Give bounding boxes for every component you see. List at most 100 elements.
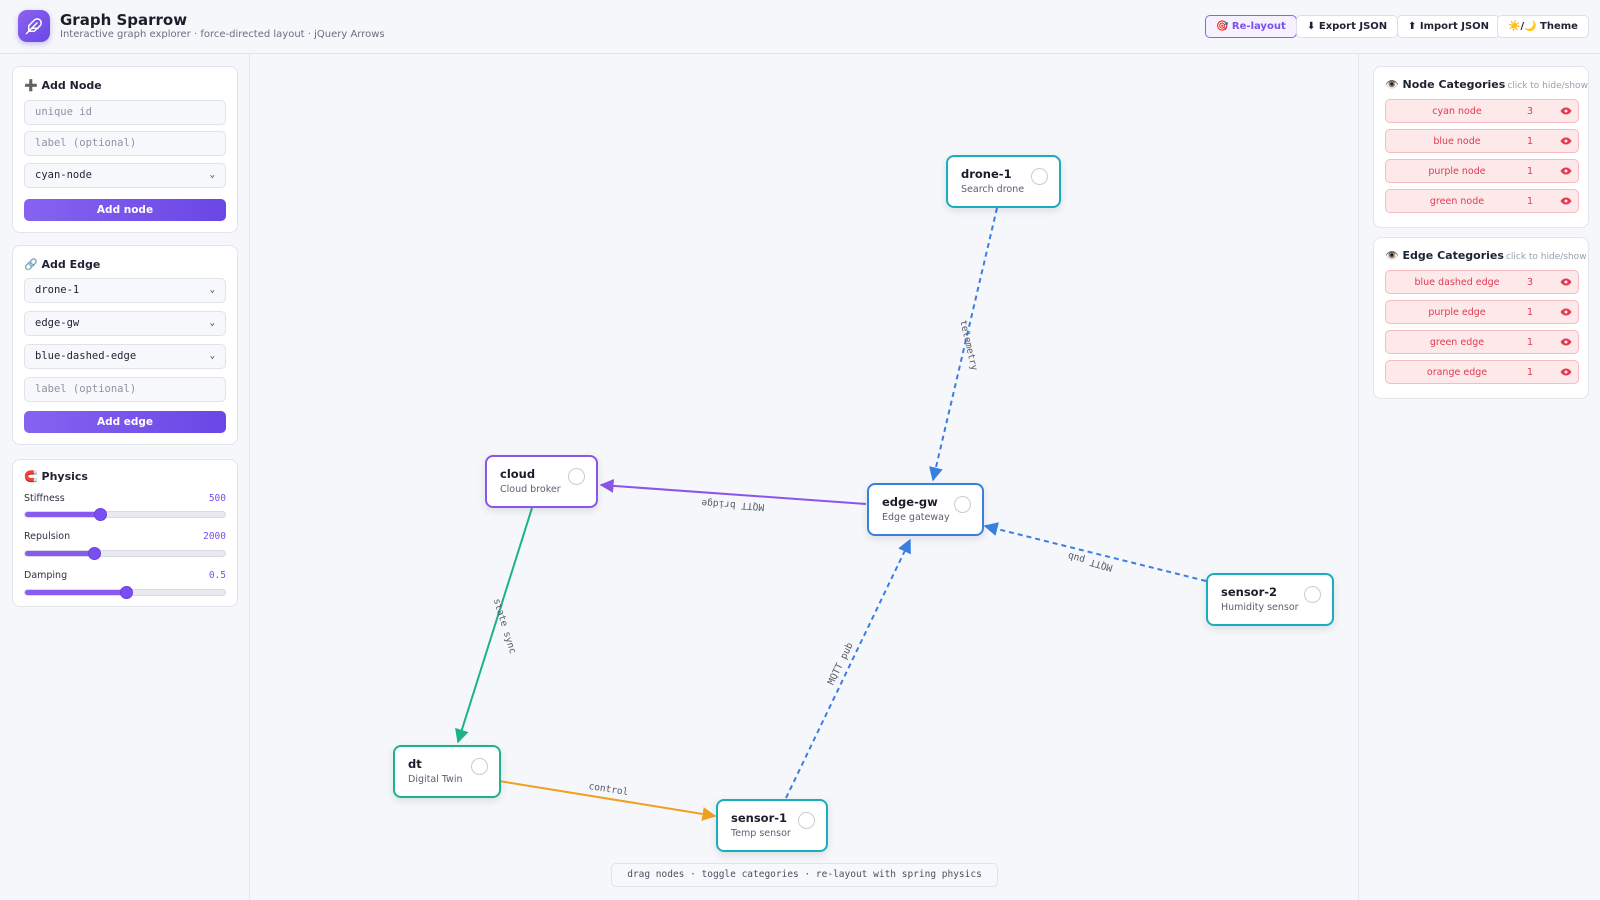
eye-icon[interactable] xyxy=(1560,336,1572,348)
eye-icon[interactable] xyxy=(1560,366,1572,378)
add-edge-card: 🔗 Add Edge drone-1 ⌄ edge-gw ⌄ blue-dash… xyxy=(12,245,238,445)
node-type-select[interactable]: cyan-node ⌄ xyxy=(24,163,226,188)
edge-categories-heading: 👁️ Edge Categories xyxy=(1385,249,1504,262)
category-count: 1 xyxy=(1526,307,1534,318)
node-toggle-circle[interactable] xyxy=(954,496,971,513)
category-name: cyan node xyxy=(1432,106,1482,117)
category-name: green node xyxy=(1429,196,1485,207)
node-label: Temp sensor xyxy=(731,828,791,839)
category-green-edge[interactable]: green edge 1 xyxy=(1385,330,1579,354)
edge-type-value: blue-dashed-edge xyxy=(35,350,137,362)
category-purple-node[interactable]: purple node 1 xyxy=(1385,159,1579,183)
damping-slider-thumb[interactable] xyxy=(120,586,133,599)
node-label: Search drone xyxy=(961,184,1025,195)
damping-label: Damping xyxy=(24,570,68,581)
edge-categories-card: 👁️ Edge Categories click to hide/show blu… xyxy=(1373,237,1589,399)
node-toggle-circle[interactable] xyxy=(798,812,815,829)
add-node-button[interactable]: Add node xyxy=(24,199,226,221)
category-name: blue dashed edge xyxy=(1414,277,1500,288)
physics-title: 🧲 Physics xyxy=(24,470,88,483)
chevron-down-icon: ⌄ xyxy=(209,285,215,295)
canvas-hint: drag nodes · toggle categories · re-layo… xyxy=(611,863,998,887)
chevron-down-icon: ⌄ xyxy=(209,318,215,328)
category-name: orange edge xyxy=(1426,367,1488,378)
app-subtitle: Interactive graph explorer · force-direc… xyxy=(60,29,385,40)
repulsion-value: 2000 xyxy=(203,531,226,542)
node-toggle-circle[interactable] xyxy=(1031,168,1048,185)
category-purple-edge[interactable]: purple edge 1 xyxy=(1385,300,1579,324)
import-json-button[interactable]: ⬆ Import JSON xyxy=(1397,15,1501,38)
node-label: Humidity sensor xyxy=(1221,602,1299,613)
node-id: sensor-1 xyxy=(731,811,788,825)
edge-to-select[interactable]: edge-gw ⌄ xyxy=(24,311,226,336)
node-id-input[interactable]: unique id xyxy=(24,100,226,125)
node-categories-title: 👁️ Node Categories click to hide/show xyxy=(1385,78,1588,91)
relayout-button[interactable]: 🎯 Re-layout xyxy=(1205,15,1297,38)
right-sidebar: 👁️ Node Categories click to hide/show cya… xyxy=(1358,54,1600,900)
edge-categories-title: 👁️ Edge Categories click to hide/show xyxy=(1385,249,1587,262)
left-sidebar: ➕ Add Node unique id label (optional) cy… xyxy=(0,54,250,900)
eye-icon[interactable] xyxy=(1560,135,1572,147)
edge-type-select[interactable]: blue-dashed-edge ⌄ xyxy=(24,344,226,369)
eye-icon[interactable] xyxy=(1560,165,1572,177)
eye-icon[interactable] xyxy=(1560,105,1572,117)
repulsion-slider[interactable] xyxy=(24,547,226,560)
node-id: drone-1 xyxy=(961,167,1012,181)
edge-from-value: drone-1 xyxy=(35,284,80,296)
category-name: purple node xyxy=(1428,166,1486,177)
category-blue-node[interactable]: blue node 1 xyxy=(1385,129,1579,153)
add-edge-button[interactable]: Add edge xyxy=(24,411,226,433)
category-orange-edge[interactable]: orange edge 1 xyxy=(1385,360,1579,384)
category-green-node[interactable]: green node 1 xyxy=(1385,189,1579,213)
add-node-title: ➕ Add Node xyxy=(24,79,102,92)
node-categories-hint: click to hide/show xyxy=(1507,81,1588,91)
repulsion-label: Repulsion xyxy=(24,531,71,542)
category-count: 1 xyxy=(1526,196,1534,207)
node-id: edge-gw xyxy=(882,495,938,509)
node-edge-gw[interactable]: edge-gw Edge gateway xyxy=(867,483,984,536)
edge-to-value: edge-gw xyxy=(35,317,80,329)
category-cyan-node[interactable]: cyan node 3 xyxy=(1385,99,1579,123)
node-label: Cloud broker xyxy=(500,484,561,495)
node-id: sensor-2 xyxy=(1221,585,1278,599)
chevron-down-icon: ⌄ xyxy=(209,170,215,180)
node-categories-heading: 👁️ Node Categories xyxy=(1385,78,1506,91)
node-drone-1[interactable]: drone-1 Search drone xyxy=(946,155,1061,208)
chevron-down-icon: ⌄ xyxy=(209,351,215,361)
damping-value: 0.5 xyxy=(208,570,226,581)
add-edge-title: 🔗 Add Edge xyxy=(24,258,101,271)
edge-label-input[interactable]: label (optional) xyxy=(24,377,226,402)
node-toggle-circle[interactable] xyxy=(568,468,585,485)
eye-icon[interactable] xyxy=(1560,276,1572,288)
node-label-input[interactable]: label (optional) xyxy=(24,131,226,156)
node-sensor-2[interactable]: sensor-2 Humidity sensor xyxy=(1206,573,1334,626)
edge-categories-hint: click to hide/show xyxy=(1505,252,1587,262)
node-label: Digital Twin xyxy=(408,774,463,785)
damping-slider[interactable] xyxy=(24,586,226,599)
stiffness-slider[interactable] xyxy=(24,508,226,521)
node-id: cloud xyxy=(500,467,536,481)
add-node-card: ➕ Add Node unique id label (optional) cy… xyxy=(12,66,238,233)
node-type-value: cyan-node xyxy=(35,169,92,181)
stiffness-value: 500 xyxy=(208,493,226,504)
node-categories-card: 👁️ Node Categories click to hide/show cya… xyxy=(1373,66,1589,228)
eye-icon[interactable] xyxy=(1560,306,1572,318)
repulsion-slider-thumb[interactable] xyxy=(88,547,101,560)
category-count: 1 xyxy=(1526,166,1534,177)
stiffness-label: Stiffness xyxy=(24,493,65,504)
node-toggle-circle[interactable] xyxy=(471,758,488,775)
node-sensor-1[interactable]: sensor-1 Temp sensor xyxy=(716,799,828,852)
theme-toggle-button[interactable]: ☀️/🌙 Theme xyxy=(1497,15,1589,38)
category-blue-dashed-edge[interactable]: blue dashed edge 3 xyxy=(1385,270,1579,294)
category-name: purple edge xyxy=(1428,307,1486,318)
category-count: 3 xyxy=(1526,277,1534,288)
node-cloud[interactable]: cloud Cloud broker xyxy=(485,455,598,508)
edge-from-select[interactable]: drone-1 ⌄ xyxy=(24,278,226,303)
stiffness-slider-thumb[interactable] xyxy=(94,508,107,521)
node-dt[interactable]: dt Digital Twin xyxy=(393,745,501,798)
feather-icon xyxy=(18,10,50,42)
category-count: 1 xyxy=(1526,136,1534,147)
export-json-button[interactable]: ⬇ Export JSON xyxy=(1296,15,1399,38)
node-toggle-circle[interactable] xyxy=(1304,586,1321,603)
eye-icon[interactable] xyxy=(1560,195,1572,207)
